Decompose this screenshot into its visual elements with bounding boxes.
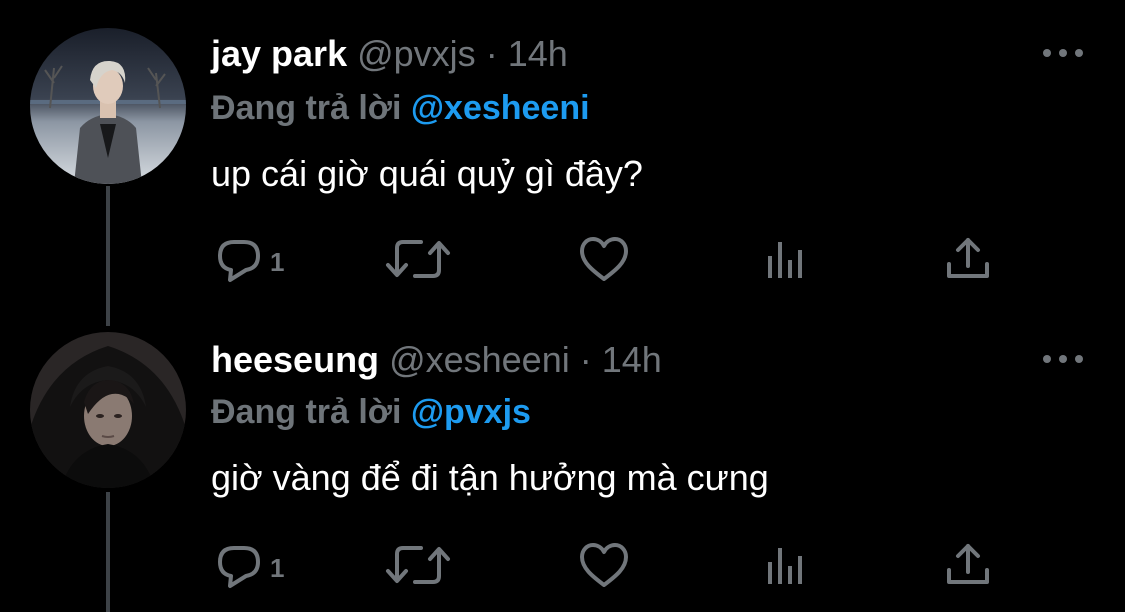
- avatar[interactable]: [30, 28, 186, 184]
- share-icon: [947, 238, 989, 278]
- retweet-button[interactable]: [383, 234, 453, 284]
- more-icon: [1043, 355, 1083, 363]
- more-icon: [1043, 49, 1083, 57]
- retweet-icon: [386, 240, 450, 278]
- like-button[interactable]: [578, 540, 630, 590]
- analytics-icon: [768, 242, 802, 278]
- analytics-icon: [768, 548, 802, 584]
- separator-dot: ·: [579, 339, 592, 380]
- like-icon: [580, 237, 628, 281]
- analytics-button[interactable]: [765, 234, 809, 284]
- reply-icon: [218, 546, 260, 588]
- user-handle[interactable]: @xesheeni: [389, 339, 570, 380]
- share-button[interactable]: [943, 234, 993, 284]
- replying-to: Đang trả lời @xesheeni: [211, 86, 590, 130]
- share-icon: [947, 544, 989, 584]
- reply-icon: [218, 240, 260, 282]
- analytics-button[interactable]: [765, 540, 809, 590]
- action-bar: 1: [0, 234, 1125, 284]
- reply-count: 1: [270, 552, 285, 583]
- timestamp[interactable]: 14h: [602, 339, 662, 380]
- timestamp[interactable]: 14h: [508, 33, 568, 74]
- reply-mention-link[interactable]: @pvxjs: [411, 393, 531, 431]
- retweet-icon: [386, 546, 450, 584]
- like-button[interactable]: [578, 234, 630, 284]
- more-button[interactable]: [1038, 40, 1088, 66]
- tweet-header: jay park @pvxjs · 14h: [211, 32, 568, 76]
- tweet-text: giờ vàng để đi tận hưởng mà cưng: [211, 457, 769, 498]
- share-button[interactable]: [943, 540, 993, 590]
- reply-button[interactable]: 1: [214, 540, 284, 590]
- reply-button[interactable]: 1: [214, 234, 284, 284]
- tweet-header: heeseung @xesheeni · 14h: [211, 338, 662, 382]
- replying-to-label: Đang trả lời: [211, 393, 402, 431]
- reply-mention-link[interactable]: @xesheeni: [411, 89, 590, 127]
- replying-to: Đang trả lời @pvxjs: [211, 390, 531, 434]
- user-handle[interactable]: @pvxjs: [357, 33, 476, 74]
- tweet[interactable]: jay park @pvxjs · 14h Đang trả lời @xesh…: [0, 0, 1125, 306]
- retweet-button[interactable]: [383, 540, 453, 590]
- tweet-text: up cái giờ quái quỷ gì đây?: [211, 153, 643, 194]
- tweet[interactable]: heeseung @xesheeni · 14h Đang trả lời @p…: [0, 306, 1125, 612]
- action-bar: 1: [0, 540, 1125, 590]
- display-name[interactable]: jay park: [211, 33, 347, 74]
- avatar[interactable]: [30, 332, 186, 488]
- reply-count: 1: [270, 246, 285, 277]
- like-icon: [580, 543, 628, 587]
- display-name[interactable]: heeseung: [211, 339, 379, 380]
- replying-to-label: Đang trả lời: [211, 89, 402, 127]
- more-button[interactable]: [1038, 346, 1088, 372]
- separator-dot: ·: [485, 33, 498, 74]
